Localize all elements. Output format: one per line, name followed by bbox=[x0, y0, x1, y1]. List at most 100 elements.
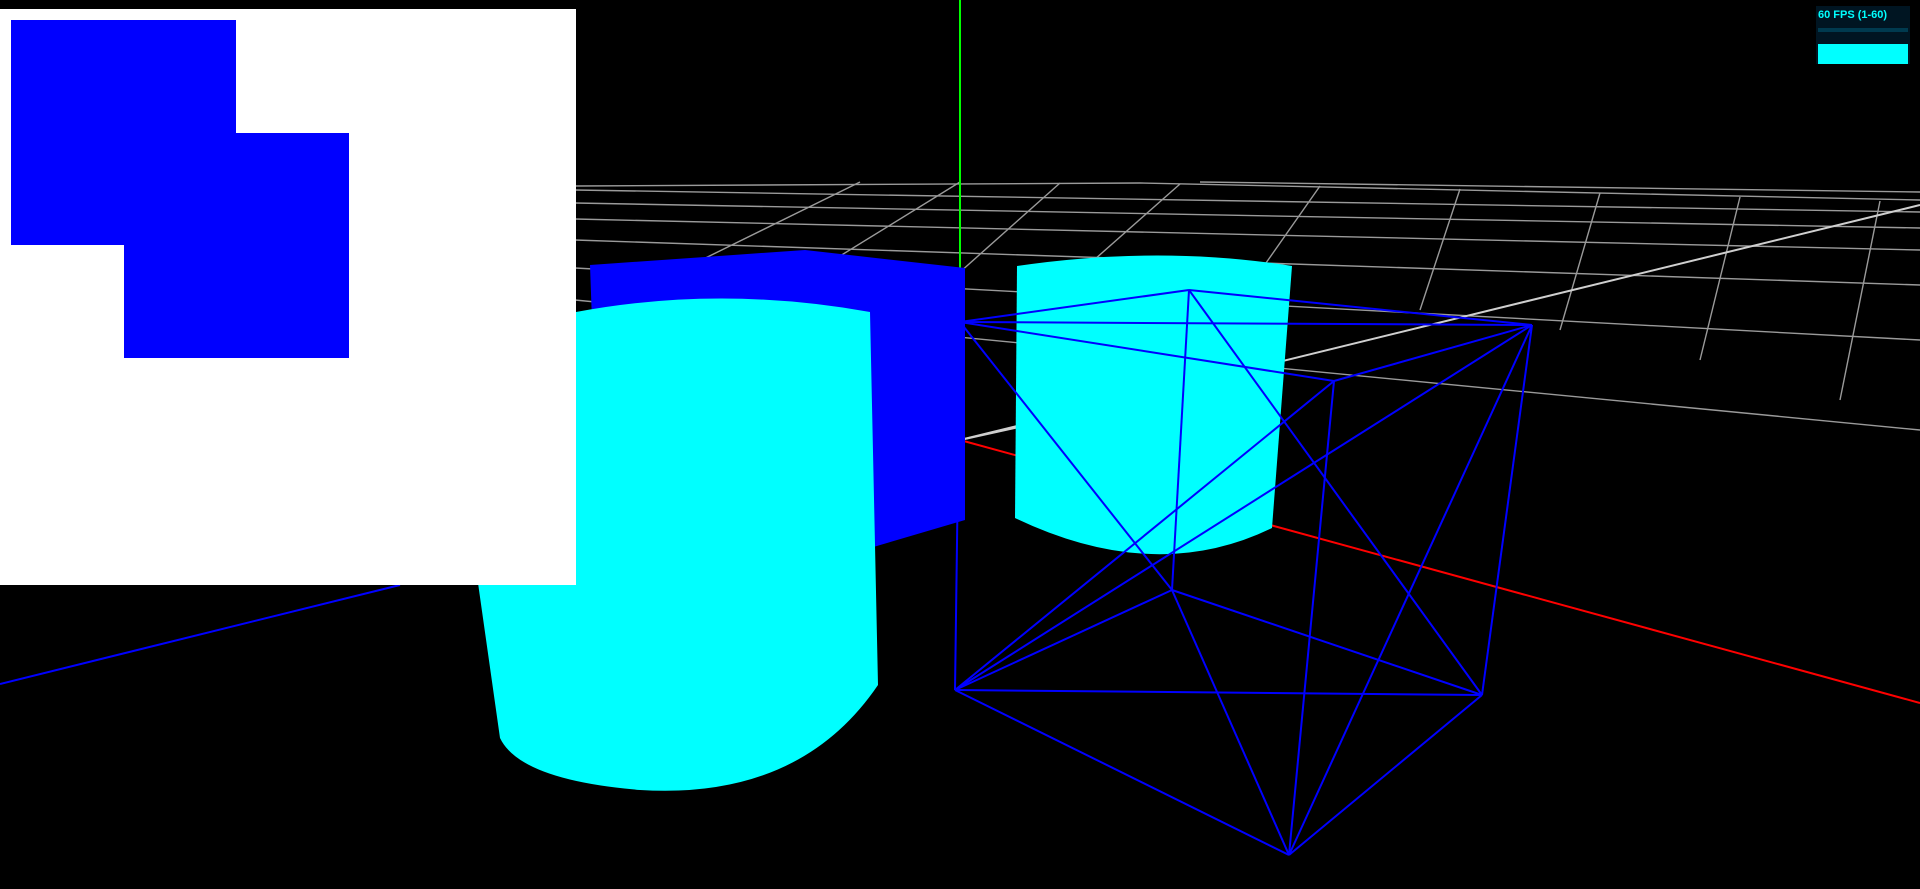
fps-graph-bar bbox=[1869, 44, 1870, 64]
fps-graph-bar bbox=[1827, 44, 1828, 64]
fps-graph-bar bbox=[1851, 44, 1852, 64]
wire-diagonal bbox=[1171, 589, 1290, 856]
fps-graph-bar bbox=[1846, 44, 1847, 64]
fps-graph-bar bbox=[1847, 44, 1848, 64]
fps-graph-bar bbox=[1835, 44, 1836, 64]
fps-graph-bar bbox=[1878, 44, 1879, 64]
fps-graph-bar bbox=[1873, 44, 1874, 64]
fps-graph-bar bbox=[1866, 44, 1867, 64]
fps-graph-bar bbox=[1877, 44, 1878, 64]
fps-graph-bar bbox=[1894, 44, 1895, 64]
fps-graph-bar bbox=[1826, 44, 1827, 64]
fps-graph-bar bbox=[1896, 44, 1897, 64]
fps-graph-bar bbox=[1882, 44, 1883, 64]
fps-graph-bar bbox=[1838, 44, 1839, 64]
fps-graph-bar bbox=[1863, 44, 1864, 64]
fps-graph-bar bbox=[1860, 44, 1861, 64]
fps-graph-bar bbox=[1903, 44, 1904, 64]
fps-graph-bar bbox=[1884, 44, 1885, 64]
webgl-viewport[interactable]: 60 FPS (1-60) bbox=[0, 0, 1920, 889]
grid-line bbox=[1839, 200, 1881, 401]
fps-graph-bar bbox=[1856, 44, 1857, 64]
fps-graph-bar bbox=[1904, 44, 1905, 64]
fps-graph-bar bbox=[1858, 44, 1859, 64]
wire-edge bbox=[1171, 589, 1483, 696]
fps-graph-bar bbox=[1855, 44, 1856, 64]
fps-graph-bar bbox=[1824, 44, 1825, 64]
fps-graph-background bbox=[1818, 28, 1908, 32]
fps-graph-bar bbox=[1829, 44, 1830, 64]
fps-graph-bar bbox=[1901, 44, 1902, 64]
fps-stats-panel[interactable]: 60 FPS (1-60) bbox=[1816, 6, 1910, 64]
fps-graph-bar bbox=[1842, 44, 1843, 64]
fps-graph-bar bbox=[1843, 44, 1844, 64]
fps-graph-bar bbox=[1857, 44, 1858, 64]
fps-graph-bar bbox=[1832, 44, 1833, 64]
back-cylinder[interactable] bbox=[1015, 255, 1292, 555]
fps-graph-bar bbox=[1899, 44, 1900, 64]
fps-graph-bar bbox=[1890, 44, 1891, 64]
fps-graph-bar bbox=[1883, 44, 1884, 64]
fps-graph-bar bbox=[1837, 44, 1838, 64]
fps-graph-bar bbox=[1879, 44, 1880, 64]
fps-graph-bar bbox=[1886, 44, 1887, 64]
fps-graph-bar bbox=[1867, 44, 1868, 64]
fps-graph-bar bbox=[1850, 44, 1851, 64]
fps-graph-bar bbox=[1845, 44, 1846, 64]
fps-graph-bar bbox=[1841, 44, 1842, 64]
fps-graph-bar bbox=[1898, 44, 1899, 64]
fps-graph-bar bbox=[1831, 44, 1832, 64]
fps-graph-bar bbox=[1828, 44, 1829, 64]
wire-edge bbox=[954, 589, 1173, 691]
grid-line bbox=[1559, 192, 1601, 331]
overlay-block-bottom-right bbox=[124, 133, 349, 358]
grid-line bbox=[1139, 182, 1920, 201]
fps-graph-bar bbox=[1887, 44, 1888, 64]
fps-graph-bar bbox=[1902, 44, 1903, 64]
fps-graph-bar bbox=[1849, 44, 1850, 64]
fps-graph-bar bbox=[1865, 44, 1866, 64]
z-axis-line bbox=[0, 584, 401, 685]
fps-graph-bar bbox=[1836, 44, 1837, 64]
fps-graph-bar bbox=[1881, 44, 1882, 64]
fps-graph-bar bbox=[1871, 44, 1872, 64]
fps-graph-bar bbox=[1897, 44, 1898, 64]
fps-graph-bar bbox=[1820, 44, 1821, 64]
fps-graph-bar bbox=[1852, 44, 1853, 64]
fps-graph-bar bbox=[1876, 44, 1877, 64]
wire-edge bbox=[1288, 380, 1335, 856]
fps-graph-bar bbox=[1900, 44, 1901, 64]
fps-graph-bar bbox=[1880, 44, 1881, 64]
fps-graph-bar bbox=[1819, 44, 1820, 64]
fps-graph-bar bbox=[1859, 44, 1860, 64]
fps-graph-bar bbox=[1848, 44, 1849, 64]
fps-graph-bar bbox=[1823, 44, 1824, 64]
fps-graph-bar bbox=[1868, 44, 1869, 64]
fps-graph-bar bbox=[1861, 44, 1862, 64]
fps-graph-bar bbox=[1854, 44, 1855, 64]
fps-graph-bar bbox=[1888, 44, 1889, 64]
fps-graph-bar bbox=[1893, 44, 1894, 64]
fps-graph-bar bbox=[1907, 44, 1908, 64]
fps-graph-bar bbox=[1905, 44, 1906, 64]
fps-graph-bar bbox=[1840, 44, 1841, 64]
wire-edge bbox=[954, 689, 1290, 856]
fps-graph-bar bbox=[1834, 44, 1835, 64]
overlay-panel bbox=[0, 9, 576, 585]
wire-edge bbox=[1288, 694, 1483, 856]
fps-graph-bar bbox=[1889, 44, 1890, 64]
fps-label: 60 FPS (1-60) bbox=[1818, 9, 1888, 21]
fps-graph-bar bbox=[1862, 44, 1863, 64]
wire-edge bbox=[1333, 324, 1533, 382]
fps-graph-bar bbox=[1895, 44, 1896, 64]
fps-graph-bar bbox=[1818, 44, 1819, 64]
fps-graph-bar bbox=[1875, 44, 1876, 64]
fps-graph-bar bbox=[1864, 44, 1865, 64]
fps-graph bbox=[1818, 44, 1908, 64]
fps-graph-bar bbox=[1885, 44, 1886, 64]
fps-graph-bar bbox=[1825, 44, 1826, 64]
fps-graph-bar bbox=[1853, 44, 1854, 64]
fps-graph-bar bbox=[1874, 44, 1875, 64]
fps-graph-bar bbox=[1821, 44, 1822, 64]
fps-graph-bar bbox=[1892, 44, 1893, 64]
